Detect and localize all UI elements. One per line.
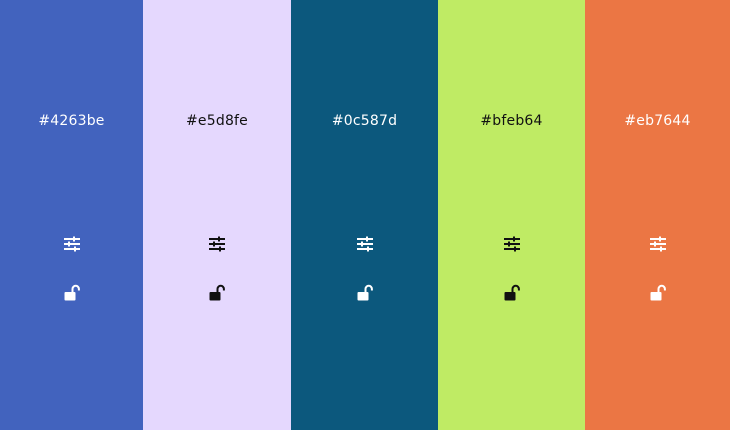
sliders-icon	[503, 236, 520, 252]
adjust-color-button[interactable]	[645, 231, 671, 257]
lock-color-button[interactable]	[59, 280, 85, 306]
color-swatch-3[interactable]: #0c587d	[291, 0, 438, 430]
unlock-icon	[357, 284, 373, 301]
unlock-icon	[64, 284, 80, 301]
adjust-color-button[interactable]	[204, 231, 230, 257]
color-palette: #4263be #e5d8fe #0c587d #bfeb64 #eb7644	[0, 0, 730, 430]
adjust-color-button[interactable]	[59, 231, 85, 257]
unlock-icon	[209, 284, 225, 301]
hex-code-label[interactable]: #e5d8fe	[143, 113, 291, 129]
color-swatch-2[interactable]: #e5d8fe	[143, 0, 291, 430]
unlock-icon	[650, 284, 666, 301]
hex-code-label[interactable]: #eb7644	[585, 113, 730, 129]
lock-color-button[interactable]	[645, 280, 671, 306]
sliders-icon	[209, 236, 225, 252]
sliders-icon	[649, 236, 666, 252]
lock-color-button[interactable]	[204, 280, 230, 306]
hex-code-label[interactable]: #bfeb64	[438, 113, 585, 129]
adjust-color-button[interactable]	[352, 231, 378, 257]
adjust-color-button[interactable]	[499, 231, 525, 257]
lock-color-button[interactable]	[499, 280, 525, 306]
lock-color-button[interactable]	[352, 280, 378, 306]
hex-code-label[interactable]: #0c587d	[291, 113, 438, 129]
sliders-icon	[63, 236, 80, 252]
hex-code-label[interactable]: #4263be	[0, 113, 143, 129]
color-swatch-5[interactable]: #eb7644	[585, 0, 730, 430]
color-swatch-1[interactable]: #4263be	[0, 0, 143, 430]
color-swatch-4[interactable]: #bfeb64	[438, 0, 585, 430]
unlock-icon	[504, 284, 520, 301]
sliders-icon	[356, 236, 373, 252]
